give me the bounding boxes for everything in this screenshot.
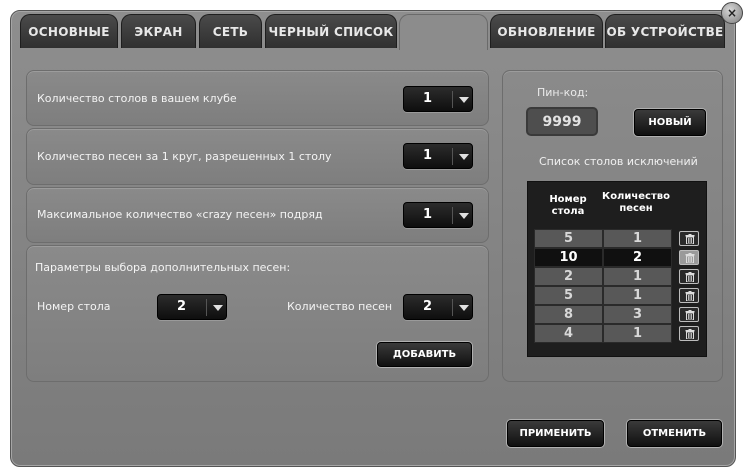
chevron-down-icon [459, 305, 469, 311]
chevron-down-icon [459, 213, 469, 219]
cell-songs-count: 1 [603, 286, 672, 305]
cell-table-number: 2 [534, 267, 603, 286]
chevron-down-icon [459, 154, 469, 160]
dropdown-value: 1 [422, 207, 433, 222]
songs-count-label: Количество песен [287, 300, 393, 313]
songs-per-round-dropdown[interactable]: 1 [403, 143, 473, 169]
dropdown-value: 2 [422, 299, 433, 314]
extra-songs-title: Параметры выбора дополнительных песен: [35, 261, 291, 274]
max-crazy-label: Максимальное количество «crazy песен» по… [37, 208, 323, 221]
max-crazy-dropdown[interactable]: 1 [403, 202, 473, 228]
dropdown-value: 1 [422, 148, 433, 163]
tab-ekran[interactable]: ЭКРАН [121, 14, 196, 48]
trash-icon[interactable] [679, 307, 699, 322]
tables-count-label: Количество столов в вашем клубе [37, 92, 237, 105]
dropdown-divider [452, 299, 453, 316]
add-button[interactable]: ДОБАВИТЬ [377, 342, 472, 367]
cancel-button-label: ОТМЕНИТЬ [642, 428, 707, 439]
dropdown-divider [452, 91, 453, 108]
add-button-label: ДОБАВИТЬ [392, 349, 457, 360]
trash-icon[interactable] [679, 326, 699, 341]
cell-table-number: 4 [534, 324, 603, 343]
apply-button[interactable]: ПРИМЕНИТЬ [507, 420, 604, 447]
tab-osnovnye[interactable]: ОСНОВНЫЕ [20, 14, 118, 48]
cell-songs-count: 2 [603, 248, 672, 267]
chevron-down-icon [459, 97, 469, 103]
dropdown-divider [452, 148, 453, 165]
cell-songs-count: 1 [603, 229, 672, 248]
tables-count-dropdown[interactable]: 1 [403, 86, 473, 112]
songs-per-round-label: Количество песен за 1 круг, разрешенных … [37, 150, 332, 163]
trash-icon[interactable] [679, 269, 699, 284]
cancel-button[interactable]: ОТМЕНИТЬ [627, 420, 722, 447]
column-header-table-number: Номер стола [549, 194, 587, 217]
dropdown-divider [452, 207, 453, 224]
apply-button-label: ПРИМЕНИТЬ [519, 428, 592, 439]
cell-table-number: 5 [534, 286, 603, 305]
exceptions-title: Список столов исключений [539, 155, 698, 168]
cell-songs-count: 3 [603, 305, 672, 324]
tab-active-blank[interactable] [399, 14, 488, 50]
cell-table-number: 8 [534, 305, 603, 324]
new-pin-button[interactable]: НОВЫЙ [634, 109, 706, 136]
trash-icon[interactable] [679, 250, 699, 265]
pin-label: Пин-код: [537, 86, 589, 99]
tab-black-list[interactable]: ЧЕРНЫЙ СПИСОК [265, 14, 397, 48]
tab-label: ОБ УСТРОЙСТВЕ [606, 24, 724, 39]
tab-label: ЭКРАН [134, 24, 183, 39]
pin-display: 9999 [526, 107, 598, 136]
songs-count-dropdown[interactable]: 2 [403, 294, 473, 320]
new-pin-button-label: НОВЫЙ [648, 117, 692, 128]
cell-table-number: 5 [534, 229, 603, 248]
cell-songs-count: 1 [603, 324, 672, 343]
tab-about-device[interactable]: ОБ УСТРОЙСТВЕ [605, 14, 725, 48]
tab-label: СЕТЬ [212, 24, 249, 39]
tab-label: ОБНОВЛЕНИЕ [497, 24, 596, 39]
trash-icon[interactable] [679, 231, 699, 246]
dropdown-value: 1 [422, 91, 433, 106]
tab-set[interactable]: СЕТЬ [199, 14, 262, 48]
dropdown-divider [206, 299, 207, 316]
chevron-down-icon [213, 305, 223, 311]
cell-table-number: 10 [534, 248, 603, 267]
dropdown-value: 2 [176, 299, 187, 314]
trash-icon[interactable] [679, 288, 699, 303]
column-header-songs-count: Количество песен [602, 191, 670, 214]
tab-label: ЧЕРНЫЙ СПИСОК [268, 24, 394, 39]
cell-songs-count: 1 [603, 267, 672, 286]
table-number-label: Номер стола [37, 300, 111, 313]
table-number-dropdown[interactable]: 2 [157, 294, 227, 320]
tab-label: ОСНОВНЫЕ [28, 24, 110, 39]
close-icon[interactable]: × [721, 2, 743, 24]
tab-update[interactable]: ОБНОВЛЕНИЕ [490, 14, 603, 48]
